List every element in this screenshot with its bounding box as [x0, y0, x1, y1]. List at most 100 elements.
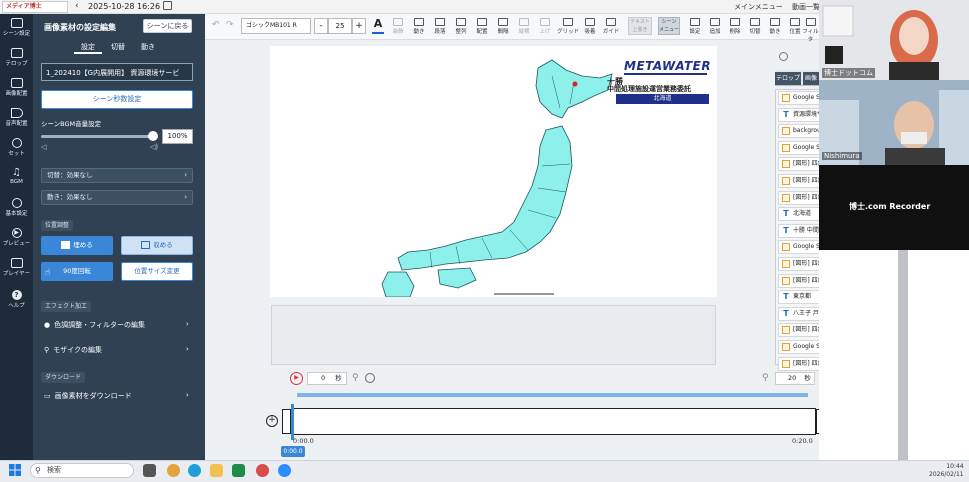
tool-switch[interactable]: 切替 — [746, 18, 764, 35]
image-layer-icon — [782, 326, 790, 335]
scene-seconds-button[interactable]: シーン秒数設定 — [41, 90, 193, 109]
tool-grid[interactable]: グリッド — [557, 18, 579, 35]
tool-arrange[interactable]: 配置 — [473, 18, 491, 35]
brand-logo: METAWATER — [624, 59, 712, 73]
rotate-90-button[interactable]: 90度回転 — [41, 262, 113, 281]
task-view-icon[interactable] — [143, 464, 156, 477]
position-icon — [790, 18, 800, 26]
taskbar-clock[interactable]: 10:44 2026/02/11 — [929, 463, 964, 479]
font-color-swatch — [372, 32, 384, 34]
tool-orientation[interactable]: 縦横 — [515, 18, 533, 35]
nav-scene-settings[interactable]: シーン設定 — [0, 18, 33, 37]
tool-decoration[interactable]: 装飾 — [389, 18, 407, 35]
back-to-scene-button[interactable]: シーンに戻る — [143, 19, 192, 33]
font-size-input[interactable]: 25 — [328, 18, 352, 34]
tool-raise[interactable]: 上げ — [536, 18, 554, 35]
location-marker — [572, 81, 578, 87]
text-overwrite-button[interactable]: テキスト 上書き — [628, 17, 652, 35]
start-seconds-field[interactable]: 0 秒 — [307, 372, 347, 385]
nav-player[interactable]: プレイヤー — [0, 258, 33, 277]
bgm-volume-slider[interactable] — [41, 135, 153, 138]
tool-motion[interactable]: 動き — [410, 18, 428, 35]
resize-position-button[interactable]: 位置サイズ変更 — [121, 262, 193, 281]
fit-button[interactable]: 収める — [121, 236, 193, 255]
motion-effect-dropdown[interactable]: 動き：効果なし › — [41, 190, 193, 205]
end-seconds-field[interactable]: 20 秒 — [775, 372, 815, 385]
tool-add[interactable]: 追加 — [706, 18, 724, 35]
undo-icon[interactable]: ↶ — [212, 20, 220, 30]
location-pin-icon[interactable]: ⚲ — [762, 373, 769, 383]
play-button[interactable]: ▶ — [290, 372, 303, 385]
timeline-start-handle[interactable] — [282, 409, 291, 434]
playhead[interactable] — [291, 404, 294, 440]
tool-move[interactable]: 動き — [766, 18, 784, 35]
tool-align[interactable]: 整列 — [452, 18, 470, 35]
chrome-profile-icon[interactable] — [256, 464, 269, 477]
nav-set[interactable]: セット — [0, 138, 33, 157]
excel-icon[interactable] — [232, 464, 245, 477]
nav-basic-settings[interactable]: 基本設定 — [0, 198, 33, 217]
subtitle-area[interactable] — [271, 305, 716, 365]
tool-guide[interactable]: ガイド — [602, 18, 620, 35]
font-select[interactable]: ゴシックMB101 R — [241, 18, 311, 34]
brand-underline — [624, 73, 707, 75]
chevron-right-icon: › — [186, 320, 189, 328]
tool-settings[interactable]: 設定 — [686, 18, 704, 35]
tool-delete[interactable]: 削除 — [726, 18, 744, 35]
layer-tab-caption[interactable]: テロップ — [775, 72, 801, 85]
taskbar-search[interactable]: ⚲ 検索 — [30, 463, 134, 478]
mosaic-link[interactable]: ⚲ モザイクの編集 › — [44, 345, 189, 355]
file-explorer-icon[interactable] — [210, 464, 223, 477]
help-icon: ? — [11, 290, 22, 300]
color-filter-link[interactable]: ● 色調調整・フィルターの編集 › — [44, 320, 189, 330]
nav-caption[interactable]: テロップ — [0, 48, 33, 67]
edge-icon[interactable] — [188, 464, 201, 477]
monitor-icon: ▭ — [44, 392, 51, 400]
tool-paragraph[interactable]: 段落 — [431, 18, 449, 35]
zoom-icon[interactable] — [278, 464, 291, 477]
switch-effect-dropdown[interactable]: 切替：効果なし › — [41, 168, 193, 183]
redo-icon[interactable]: ↷ — [226, 20, 234, 30]
chrome-icon[interactable] — [167, 464, 180, 477]
add-before-icon[interactable]: + — [266, 415, 278, 427]
tab-settings[interactable]: 設定 — [81, 42, 95, 52]
layer-add-icon[interactable] — [779, 52, 788, 61]
nav-help[interactable]: ? ヘルプ — [0, 290, 33, 309]
scene-range-bar[interactable] — [297, 393, 808, 397]
edit-icon[interactable] — [163, 1, 172, 10]
tool-snap[interactable]: 吸着 — [581, 18, 599, 35]
caption-icon — [10, 48, 23, 58]
tool-spacing[interactable]: 間隔 — [494, 18, 512, 35]
main-menu-link[interactable]: メインメニュー — [734, 2, 783, 12]
nav-image[interactable]: 画像配置 — [0, 78, 33, 97]
video-list-link[interactable]: 動画一覧 — [792, 2, 820, 12]
image-layer-icon — [782, 94, 790, 102]
timeline-gear-icon[interactable] — [365, 373, 375, 383]
map-label-project: 中間処理施設運営業務委託 — [607, 85, 691, 93]
nav-preview[interactable]: ▶ プレビュー — [0, 228, 33, 247]
timeline-track[interactable] — [291, 408, 816, 435]
back-chevron-icon[interactable]: ‹ — [75, 1, 79, 11]
fit-icon — [141, 241, 151, 249]
bgm-volume-value[interactable]: 100% — [162, 129, 193, 144]
tool-filter[interactable]: フィルタ — [802, 18, 819, 43]
nav-bgm[interactable]: ♫ BGM — [0, 168, 33, 186]
location-pin-icon[interactable]: ⚲ — [352, 373, 359, 383]
kyushu-shape — [381, 271, 415, 297]
download-image-link[interactable]: ▭ 画像素材をダウンロード › — [44, 391, 189, 401]
layer-tab-image[interactable]: 画像 — [803, 72, 819, 85]
scene-menu-button[interactable]: シーン メニュー — [658, 17, 680, 35]
image-layer-icon — [782, 243, 790, 252]
tab-switch[interactable]: 切替 — [111, 42, 125, 52]
search-icon: ⚲ — [35, 466, 41, 475]
asset-name-field[interactable]: 1_202410【G内展開用】 資源環境サービ — [41, 63, 193, 81]
bgm-slider-knob[interactable] — [148, 131, 158, 141]
orientation-icon — [519, 18, 529, 26]
font-size-increase[interactable]: + — [352, 18, 366, 34]
windows-start-icon[interactable] — [9, 464, 21, 476]
font-size-decrease[interactable]: - — [314, 18, 328, 34]
nav-audio[interactable]: 音声配置 — [0, 108, 33, 127]
fill-button[interactable]: 埋める — [41, 236, 113, 255]
tab-motion[interactable]: 動き — [141, 42, 155, 52]
app-logo[interactable]: メディア博士 — [2, 1, 68, 13]
